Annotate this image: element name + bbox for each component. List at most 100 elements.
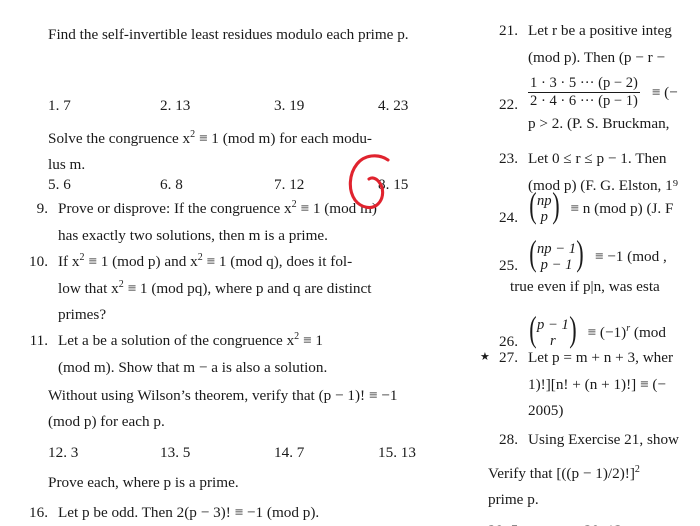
left-paren: ( xyxy=(529,233,537,274)
exercise-9-number: 9. xyxy=(36,200,48,217)
answer-4-num: 4. xyxy=(378,97,390,114)
instruction-prove-each: Prove each, where p is a prime. xyxy=(48,474,239,491)
exercise-27-line1: Let p = m + n + 3, wher xyxy=(528,349,674,366)
exercise-28-text: Using Exercise 21, show xyxy=(528,431,680,448)
instruction-wilson-line1: Without using Wilson’s theorem, verify t… xyxy=(48,387,398,404)
left-paren: ( xyxy=(529,185,537,226)
answer-30-val: 13 xyxy=(607,522,622,526)
exercise-11: 11. Let a be a solution of the congruenc… xyxy=(18,328,462,381)
instruction-solve-part-a: Solve the congruence x xyxy=(48,130,191,147)
scanned-textbook-page: Find the self-invertible least residues … xyxy=(0,0,700,526)
exercise-22-number: 22. xyxy=(499,96,518,113)
exercise-21-line2: (mod p). Then (p − r − xyxy=(528,48,666,66)
answer-6-num: 6. xyxy=(160,176,172,193)
answer-row-3: 12. 3 13. 5 14. 7 15. 13 xyxy=(48,440,468,466)
exercise-9-line1-b: ≡ 1 (mod m) xyxy=(296,200,377,217)
exercise-16: 16. Let p be odd. Then 2(p − 3)! ≡ −1 (m… xyxy=(18,500,462,526)
exponent-two: 2 xyxy=(634,463,640,475)
instruction-verify-line1: Verify that [((p − 1)/2)!]2 xyxy=(488,461,640,488)
answer-13-num: 13. xyxy=(160,444,179,461)
instruction-self-invertible: Find the self-invertible least residues … xyxy=(48,26,409,43)
answer-2-num: 2. xyxy=(160,97,172,114)
answer-8-num: 8. xyxy=(378,176,390,193)
exercise-10-line1-a: If x xyxy=(58,253,80,270)
exercise-25-line2: true even if p|n, was esta xyxy=(510,277,660,295)
exercise-21: 21. Let r be a positive integ (mod p). T… xyxy=(488,18,672,71)
exercise-25-number: 25. xyxy=(499,257,518,274)
exercise-10: 10. If x2 ≡ 1 (mod p) and x2 ≡ 1 (mod q)… xyxy=(18,249,462,329)
answer-14-num: 14. xyxy=(274,444,293,461)
binomial-coefficient-25: ( np − 1 p − 1 ) xyxy=(528,233,585,274)
exercise-22-relation: ≡ (− xyxy=(651,83,678,101)
exercise-9-line1: Prove or disprove: If the congruence x2 … xyxy=(58,196,462,223)
exercise-24-rest: ≡ n (mod p) (J. F xyxy=(570,199,674,217)
exercise-21-line1: Let r be a positive integ xyxy=(528,22,672,39)
exercise-11-line2: (mod m). Show that m − a is also a solut… xyxy=(58,358,328,376)
answer-15-val: 13 xyxy=(400,444,416,461)
exercise-10-line1-b: ≡ 1 (mod p) and x xyxy=(84,253,198,270)
answer-29-val: 5 xyxy=(511,522,519,526)
exercise-27: ★ 27. Let p = m + n + 3, wher 1)!][n! + … xyxy=(480,345,674,425)
answer-15-num: 15. xyxy=(378,444,397,461)
exercise-24-formula: ( np p ) ≡ n (mod p) (J. F xyxy=(528,185,674,226)
binomial-top: p − 1 xyxy=(537,317,569,333)
exercise-9-line2: has exactly two solutions, then m is a p… xyxy=(58,226,328,244)
exercise-10-line2-b: ≡ 1 (mod pq), where p and q are distinct xyxy=(123,279,372,297)
instruction-wilson-line2: (mod p) for each p. xyxy=(48,413,165,430)
answer-12-val: 3 xyxy=(70,444,79,461)
exercise-11-line1-b: ≡ 1 xyxy=(299,332,323,349)
exercise-24-number: 24. xyxy=(499,209,518,226)
exercise-9-line1-a: Prove or disprove: If the congruence x xyxy=(58,200,292,217)
instruction-verify-line2: prime p. xyxy=(488,491,539,508)
fraction-22: 1 · 3 · 5 ··· (p − 2) 2 · 4 · 6 ··· (p −… xyxy=(528,75,640,110)
exercise-26-rest-b: (mod xyxy=(630,323,666,341)
exercise-10-line2: low that x2 ≡ 1 (mod pq), where p and q … xyxy=(58,276,462,303)
answer-30-num: 30. xyxy=(584,522,603,526)
binomial-top: np − 1 xyxy=(537,241,577,257)
answer-3-val: 19 xyxy=(289,97,305,114)
exercise-11-number: 11. xyxy=(29,332,48,349)
fraction-numerator: 1 · 3 · 5 ··· (p − 2) xyxy=(530,75,638,91)
answer-2-val: 13 xyxy=(175,97,191,114)
exercise-23-number: 23. xyxy=(499,150,518,167)
right-paren: ) xyxy=(569,309,577,350)
exercise-22-formula: 1 · 3 · 5 ··· (p − 2) 2 · 4 · 6 ··· (p −… xyxy=(528,75,678,111)
answer-6-val: 8 xyxy=(175,176,183,193)
answer-29-num: 29. xyxy=(488,522,507,526)
answer-row-2: 5. 6 6. 8 7. 12 8. 15 xyxy=(48,172,468,198)
exercise-10-line2-a: low that x xyxy=(58,279,119,297)
answer-14-val: 7 xyxy=(296,444,305,461)
exercise-23: 23. Let 0 ≤ r ≤ p − 1. Then (mod p) (F. … xyxy=(488,146,678,199)
answer-5-val: 6 xyxy=(63,176,71,193)
exercise-28-number: 28. xyxy=(499,431,518,448)
exercise-10-number: 10. xyxy=(29,253,48,270)
exercise-16-text: Let p be odd. Then 2(p − 3)! ≡ −1 (mod p… xyxy=(58,504,320,521)
exercise-21-number: 21. xyxy=(499,22,518,39)
answer-7-val: 12 xyxy=(289,176,305,193)
exercise-25-rest: ≡ −1 (mod , xyxy=(594,247,667,265)
binomial-bottom: p − 1 xyxy=(540,257,573,274)
exercise-11-line1: Let a be a solution of the congruence x2… xyxy=(58,328,462,355)
exercise-27-line3: 2005) xyxy=(528,402,564,419)
exercise-25-formula: ( np − 1 p − 1 ) ≡ −1 (mod , xyxy=(528,233,667,274)
exercise-11-line1-a: Let a be a solution of the congruence x xyxy=(58,332,295,349)
exercise-25: 25. ( np − 1 p − 1 ) ≡ −1 (mod , true ev… xyxy=(488,233,667,300)
answer-row-1: 1. 7 2. 13 3. 19 4. 23 xyxy=(48,93,468,119)
exercise-23-line1: Let 0 ≤ r ≤ p − 1. Then xyxy=(528,150,667,167)
answer-3-num: 3. xyxy=(274,97,286,114)
answer-1-num: 1. xyxy=(48,97,60,114)
instruction-verify-text: Verify that [((p − 1)/2)!] xyxy=(488,465,635,482)
answer-4-val: 23 xyxy=(393,97,409,114)
exercise-26-rest: ≡ (−1)r (mod xyxy=(587,323,666,341)
exercise-22-line2: p > 2. (P. S. Bruckman, xyxy=(528,114,670,132)
answer-row-right: 29. 5 30. 13 xyxy=(488,518,622,526)
answer-13-val: 5 xyxy=(182,444,191,461)
exercise-27-line2: 1)!][n! + (n + 1)!] ≡ (− xyxy=(528,375,666,393)
exercise-26-rest-a: ≡ (−1) xyxy=(587,323,627,341)
answer-5-num: 5. xyxy=(48,176,60,193)
answer-7-num: 7. xyxy=(274,176,286,193)
right-paren: ) xyxy=(551,185,560,226)
left-paren: ( xyxy=(529,309,537,350)
exercise-16-number: 16. xyxy=(29,504,48,521)
instruction-solve-part-b: ≡ 1 (mod m) for each modu- xyxy=(195,130,372,147)
